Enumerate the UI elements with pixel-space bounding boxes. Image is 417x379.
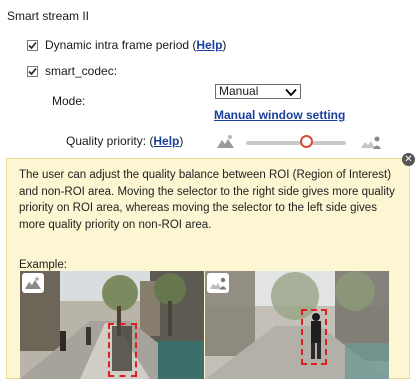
quality-priority-suffix: ) xyxy=(179,134,184,148)
checkmark-icon xyxy=(28,67,37,75)
smart-codec-checkbox[interactable] xyxy=(27,65,38,77)
slider-thumb[interactable] xyxy=(299,135,313,148)
quality-priority-text: Quality priority: ( xyxy=(66,134,154,148)
manual-window-setting-link[interactable]: Manual window setting xyxy=(214,108,345,122)
quality-priority-help-box: The user can adjust the quality balance … xyxy=(6,158,410,379)
smart-codec-label: smart_codec: xyxy=(45,64,118,78)
person-quality-icon xyxy=(207,273,229,293)
landscape-quality-icon xyxy=(216,134,236,153)
dynamic-intra-row: Dynamic intra frame period (Help) xyxy=(27,37,226,53)
smart-stream-panel: Smart stream II Dynamic intra frame peri… xyxy=(0,0,417,379)
person-quality-icon xyxy=(360,134,382,153)
slider-track[interactable] xyxy=(246,141,346,145)
mode-label: Mode: xyxy=(52,94,86,108)
smart-codec-row: smart_codec: xyxy=(27,63,117,79)
dynamic-intra-label: Dynamic intra frame period (Help) xyxy=(45,38,226,52)
chevron-down-icon xyxy=(285,87,297,100)
dynamic-intra-checkbox[interactable] xyxy=(27,39,38,51)
dynamic-intra-help-link[interactable]: Help xyxy=(196,38,222,52)
example-image-non-roi-priority xyxy=(20,271,204,379)
example-label: Example: xyxy=(19,259,67,271)
checkmark-icon xyxy=(28,41,37,49)
help-description: The user can adjust the quality balance … xyxy=(19,169,395,231)
example-image-roi-priority xyxy=(205,271,389,379)
landscape-quality-icon xyxy=(22,273,44,293)
roi-outline xyxy=(108,323,137,377)
dynamic-intra-suffix: ) xyxy=(222,38,227,52)
quality-priority-slider[interactable] xyxy=(216,134,382,150)
close-icon[interactable]: ✕ xyxy=(402,153,415,166)
roi-outline xyxy=(301,309,327,365)
dynamic-intra-text: Dynamic intra frame period ( xyxy=(45,38,197,52)
section-title: Smart stream II xyxy=(7,9,90,23)
quality-priority-label: Quality priority: (Help) xyxy=(66,134,183,148)
mode-selected-value: Manual xyxy=(219,84,259,98)
mode-select[interactable]: Manual xyxy=(215,84,301,99)
quality-priority-help-link[interactable]: Help xyxy=(153,134,179,148)
